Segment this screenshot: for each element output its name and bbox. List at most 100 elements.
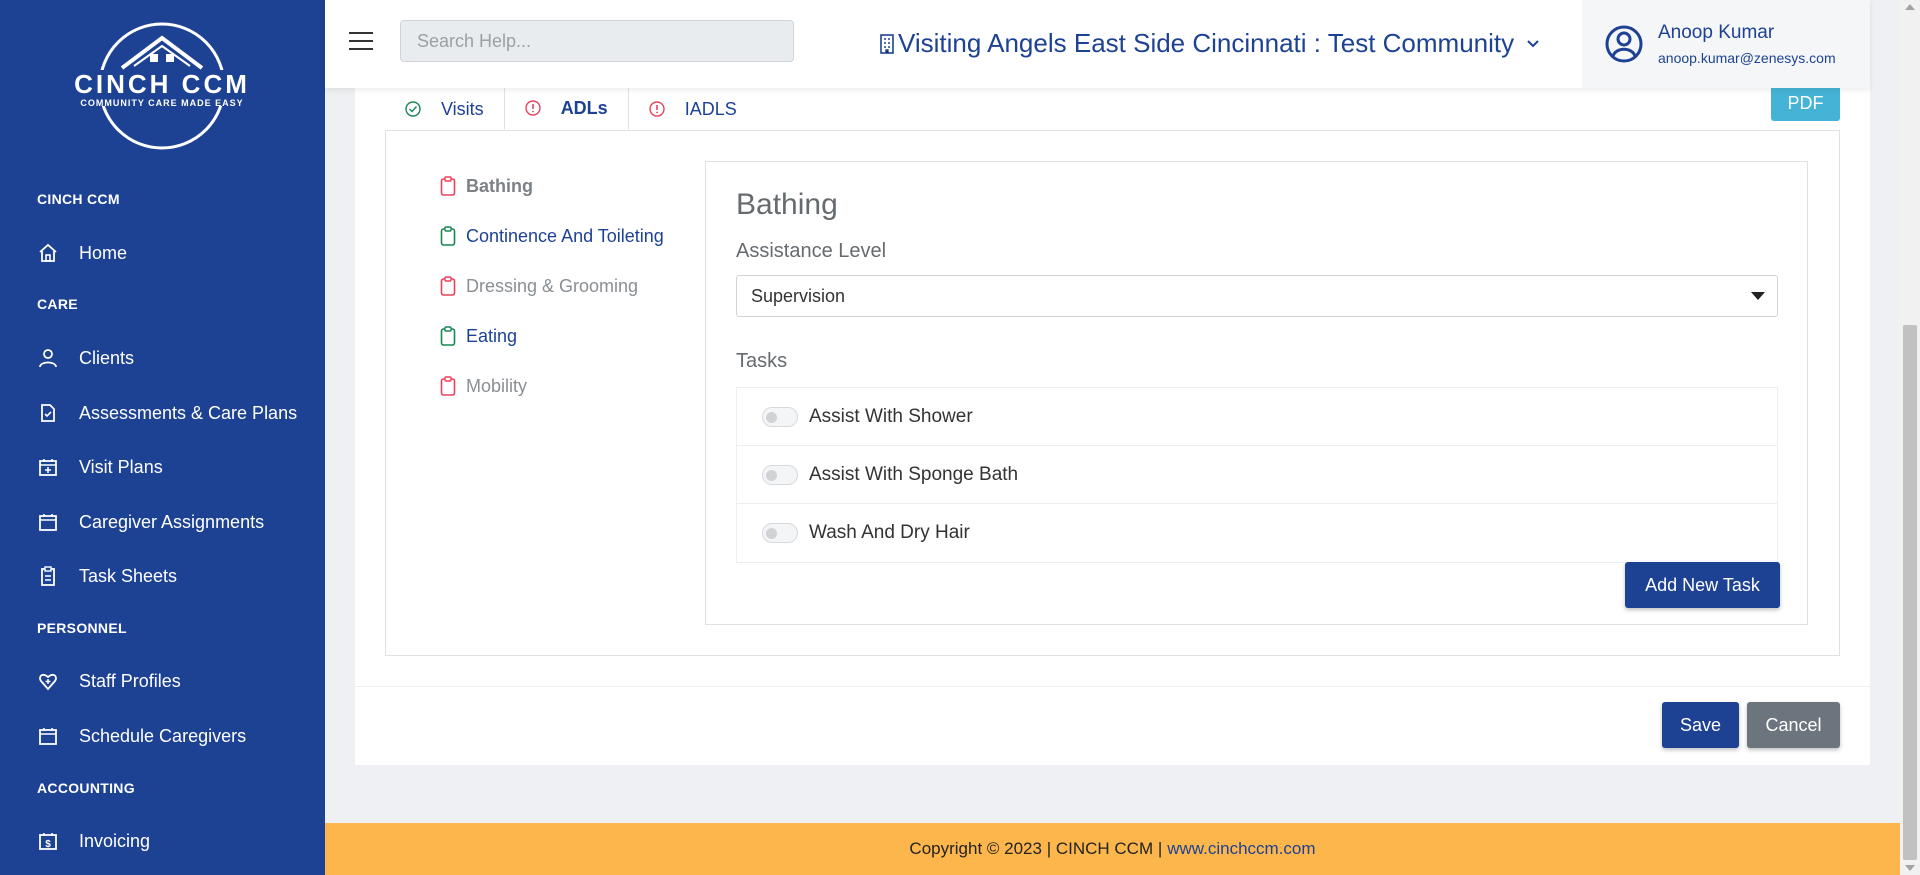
user-profile[interactable]: Anoop Kumar anoop.kumar@zenesys.com	[1582, 0, 1870, 88]
tab-bar: Visits ADLs IADLS	[385, 86, 757, 130]
task-name: Assist With Shower	[809, 405, 973, 427]
calendar-icon	[37, 725, 59, 747]
tab-label: Visits	[441, 98, 484, 119]
adl-item-continence[interactable]: Continence And Toileting	[440, 211, 664, 261]
section-accounting: ACCOUNTING	[37, 780, 135, 796]
alert-circle-icon	[524, 100, 541, 116]
cancel-button[interactable]: Cancel	[1747, 702, 1840, 748]
sidebar-item-visit-plans[interactable]: Visit Plans	[37, 452, 163, 482]
adl-item-label: Eating	[466, 325, 518, 346]
sidebar-item-task-sheets[interactable]: Task Sheets	[37, 561, 177, 591]
task-toggle[interactable]	[762, 464, 798, 485]
adl-detail-panel: Bathing Assistance Level Supervision Tas…	[705, 161, 1808, 625]
pdf-button[interactable]: PDF	[1771, 85, 1840, 121]
save-button[interactable]: Save	[1662, 702, 1739, 748]
sidebar-item-home[interactable]: Home	[37, 238, 127, 268]
scroll-up-arrow-icon[interactable]	[1905, 4, 1915, 10]
sidebar-item-schedule-caregivers[interactable]: Schedule Caregivers	[37, 721, 246, 751]
footer-link[interactable]: www.cinchccm.com	[1167, 839, 1315, 859]
alert-circle-icon	[649, 101, 665, 117]
invoice-icon: $	[37, 830, 59, 852]
calendar-plus-icon	[37, 456, 59, 478]
adl-item-label: Bathing	[466, 175, 533, 196]
sidebar-item-caregiver-assignments[interactable]: Caregiver Assignments	[37, 507, 264, 537]
sidebar-item-label: Task Sheets	[79, 565, 178, 586]
menu-toggle-icon[interactable]	[349, 32, 373, 52]
calendar-icon	[37, 511, 59, 533]
sidebar-item-label: Invoicing	[79, 830, 151, 851]
scroll-down-arrow-icon[interactable]	[1905, 865, 1915, 871]
clipboard-icon	[440, 276, 456, 296]
adls-tab-panel: Bathing Continence And Toileting Dressin…	[385, 130, 1840, 656]
user-name: Anoop Kumar	[1658, 22, 1775, 43]
sidebar-item-invoicing[interactable]: $ Invoicing	[37, 826, 150, 856]
footer: Copyright © 2023 | CINCH CCM | www.cinch…	[325, 823, 1900, 875]
sidebar-item-label: Caregiver Assignments	[79, 511, 265, 532]
user-email: anoop.kumar@zenesys.com	[1658, 50, 1836, 66]
community-name: Visiting Angels East Side Cincinnati : T…	[898, 28, 1515, 58]
adl-item-bathing[interactable]: Bathing	[440, 161, 664, 211]
assistance-level-value: Supervision	[751, 285, 846, 306]
svg-text:$: $	[45, 839, 51, 850]
clipboard-icon	[440, 226, 456, 246]
adl-item-label: Dressing & Grooming	[466, 275, 639, 296]
task-name: Wash And Dry Hair	[809, 522, 970, 543]
clipboard-icon	[440, 376, 456, 396]
search-input[interactable]	[400, 20, 794, 62]
section-care: CARE	[37, 296, 78, 312]
sidebar-item-label: Assessments & Care Plans	[79, 402, 298, 423]
section-personnel: PERSONNEL	[37, 620, 127, 636]
heart-icon	[37, 670, 59, 692]
sidebar-item-clients[interactable]: Clients	[37, 343, 134, 373]
assistance-level-label: Assistance Level	[736, 240, 887, 262]
sidebar-item-label: Staff Profiles	[79, 670, 181, 691]
adl-item-eating[interactable]: Eating	[440, 311, 664, 361]
task-row: Assist With Sponge Bath	[737, 446, 1777, 504]
adl-list: Bathing Continence And Toileting Dressin…	[440, 161, 664, 411]
sidebar-item-label: Visit Plans	[79, 456, 163, 477]
sidebar-item-label: Home	[79, 242, 128, 263]
copyright-text: Copyright © 2023 | CINCH CCM |	[909, 839, 1163, 858]
building-icon	[880, 33, 894, 54]
content-card: Visits ADLs IADLS PDF Bathing Continence…	[355, 85, 1870, 765]
top-header: Visiting Angels East Side Cincinnati : T…	[325, 0, 1870, 88]
assistance-level-select[interactable]: Supervision	[736, 275, 1778, 317]
scroll-thumb[interactable]	[1903, 325, 1917, 860]
tab-label: ADLs	[560, 97, 608, 118]
home-icon	[37, 242, 59, 264]
divider	[355, 686, 1870, 687]
document-icon	[37, 402, 59, 424]
section-cinch-ccm: CINCH CCM	[37, 191, 120, 207]
task-list: Assist With Shower Assist With Sponge Ba…	[736, 387, 1778, 563]
adl-item-label: Continence And Toileting	[466, 225, 664, 246]
detail-title: Bathing	[736, 188, 838, 221]
add-new-task-button[interactable]: Add New Task	[1625, 562, 1780, 608]
sidebar-item-label: Clients	[79, 347, 135, 368]
tab-visits[interactable]: Visits	[385, 88, 504, 130]
task-toggle[interactable]	[762, 523, 798, 543]
clipboard-icon	[440, 326, 456, 346]
logo-tagline: COMMUNITY CARE MADE EASY	[80, 98, 243, 108]
sidebar-item-assessments[interactable]: Assessments & Care Plans	[37, 398, 297, 428]
vertical-scrollbar[interactable]	[1900, 0, 1920, 875]
clipboard-icon	[440, 176, 456, 196]
task-toggle[interactable]	[762, 406, 798, 427]
adl-item-label: Mobility	[466, 375, 528, 396]
user-avatar-icon	[1605, 25, 1643, 63]
check-circle-icon	[405, 101, 421, 117]
cinch-ccm-logo[interactable]: CINCH CCM COMMUNITY CARE MADE EASY	[58, 20, 266, 152]
tab-adls[interactable]: ADLs	[503, 86, 629, 130]
caret-down-icon	[1751, 292, 1765, 300]
tab-label: IADLS	[684, 98, 737, 119]
sidebar-item-staff-profiles[interactable]: Staff Profiles	[37, 666, 181, 696]
task-row: Assist With Shower	[737, 388, 1777, 446]
adl-item-dressing[interactable]: Dressing & Grooming	[440, 261, 664, 311]
clipboard-icon	[37, 565, 59, 587]
community-selector[interactable]: Visiting Angels East Side Cincinnati : T…	[878, 28, 1540, 59]
chevron-down-icon	[1527, 39, 1539, 47]
tab-iadls[interactable]: IADLS	[629, 88, 757, 130]
adl-item-mobility[interactable]: Mobility	[440, 361, 664, 411]
tasks-label: Tasks	[736, 350, 788, 372]
task-name: Assist With Sponge Bath	[809, 463, 1019, 485]
sidebar-item-label: Schedule Caregivers	[79, 725, 247, 746]
